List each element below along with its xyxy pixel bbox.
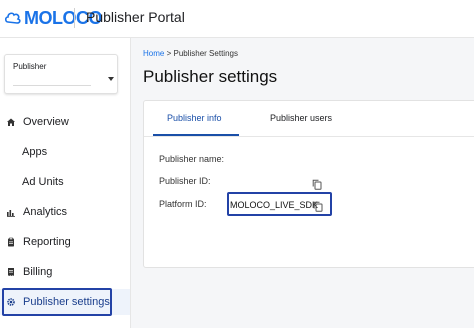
active-tab-indicator: [153, 134, 239, 136]
platform-id-value: MOLOCO_LIVE_SDK: [230, 200, 319, 210]
page-title: Publisher settings: [143, 67, 278, 86]
breadcrumb: Home > Publisher Settings: [143, 49, 238, 58]
publisher-id-label: Publisher ID:: [159, 176, 211, 186]
copy-platform-id-icon[interactable]: [313, 199, 323, 212]
breadcrumb-current: Publisher Settings: [173, 49, 238, 58]
sidebar-item-apps[interactable]: Apps: [0, 139, 130, 165]
tab-publisher-info[interactable]: Publisher info: [167, 113, 222, 123]
sidebar-item-label: Analytics: [23, 206, 68, 218]
breadcrumb-home-link[interactable]: Home: [143, 49, 164, 58]
sidebar-item-label: Reporting: [23, 236, 71, 248]
sidebar-item-reporting[interactable]: Reporting: [0, 229, 130, 255]
publisher-select-label: Publisher: [13, 62, 47, 71]
clipboard-icon: [1, 237, 21, 247]
home-icon: [1, 117, 21, 127]
breadcrumb-separator: >: [166, 49, 172, 58]
caret-down-icon: [108, 77, 114, 81]
sidebar-item-billing[interactable]: Billing: [0, 259, 130, 285]
tab-bar: Publisher info Publisher users: [144, 101, 474, 137]
publisher-select[interactable]: Publisher: [4, 54, 118, 94]
platform-id-label: Platform ID:: [159, 199, 207, 209]
publisher-select-value: [13, 72, 91, 86]
sidebar-item-label: Apps: [22, 146, 48, 158]
receipt-icon: [1, 267, 21, 277]
sidebar-item-label: Overview: [23, 116, 69, 128]
copy-publisher-id-icon[interactable]: [312, 177, 322, 190]
sidebar-item-overview[interactable]: Overview: [0, 109, 130, 135]
sidebar-item-label: Ad Units: [22, 176, 64, 188]
sidebar-item-analytics[interactable]: Analytics: [0, 199, 130, 225]
sidebar-item-label: Billing: [23, 266, 53, 278]
header-divider: [74, 8, 75, 28]
settings-card: Publisher info Publisher users Publisher…: [143, 100, 474, 268]
top-bar: MOLOCO Publisher Portal: [0, 0, 474, 38]
moloco-logo-icon: [4, 9, 22, 27]
portal-title: Publisher Portal: [86, 9, 185, 25]
bar-chart-icon: [1, 207, 21, 217]
tab-publisher-users[interactable]: Publisher users: [270, 113, 332, 123]
highlight-outline: [2, 288, 112, 316]
sidebar-item-ad-units[interactable]: Ad Units: [0, 169, 130, 195]
publisher-name-label: Publisher name:: [159, 154, 225, 164]
main-content: Home > Publisher Settings Publisher sett…: [131, 38, 474, 328]
